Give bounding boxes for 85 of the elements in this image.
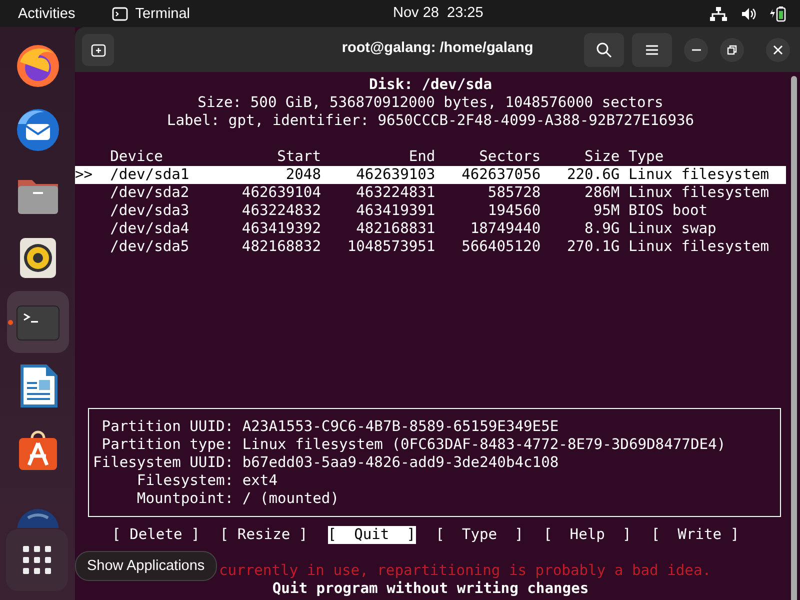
info-value: ext4 bbox=[242, 472, 279, 490]
info-value: A23A1553-C9C6-4B7B-8589-65159E349E5E bbox=[242, 418, 560, 436]
table-cell-text: 463419391 bbox=[355, 202, 436, 220]
table-cell-text: 462639103 bbox=[355, 166, 436, 184]
info-label: Filesystem UUID: bbox=[93, 454, 234, 472]
table-cell-text: 462639104 bbox=[240, 184, 321, 202]
restore-button[interactable] bbox=[720, 38, 744, 62]
info-value: / (mounted) bbox=[242, 490, 340, 508]
info-value: b67edd03-5aa9-4826-add9-3de240b4c108 bbox=[242, 454, 560, 472]
table-cell-text: 482168831 bbox=[355, 220, 436, 238]
table-cell-text: 18749440 bbox=[469, 220, 541, 238]
volume-icon[interactable] bbox=[741, 6, 756, 22]
search-button[interactable] bbox=[584, 32, 624, 66]
table-cell-text: 566405120 bbox=[460, 238, 541, 256]
table-cell: BIOS boot bbox=[628, 202, 708, 220]
table-cell-text: 462637056 bbox=[460, 166, 541, 184]
table-cell-text: 194560 bbox=[486, 202, 541, 220]
column-header: Start bbox=[276, 148, 321, 166]
menu-icon bbox=[645, 42, 659, 56]
plus-tab-icon bbox=[90, 42, 106, 57]
disk-title: Disk: /dev/sda bbox=[368, 76, 492, 94]
table-cell-text: 585728 bbox=[486, 184, 541, 202]
table-cell-text: 482168832 bbox=[240, 238, 321, 256]
hint-text: Quit program without writing changes bbox=[272, 580, 589, 598]
menu-action[interactable]: [ Quit ] bbox=[328, 526, 416, 544]
grid-icon bbox=[23, 546, 51, 574]
row-pointer: >> bbox=[75, 166, 94, 184]
table-cell-text: 286M bbox=[584, 184, 620, 202]
minimize-icon bbox=[692, 48, 700, 50]
table-cell-text: 463224832 bbox=[240, 202, 321, 220]
table-cell-text: 270.1G bbox=[566, 238, 620, 256]
clock[interactable]: Nov 28 23:25 bbox=[393, 5, 484, 21]
table-cell-text: 1048573951 bbox=[346, 238, 436, 256]
tooltip: Show Applications bbox=[75, 551, 217, 581]
column-header: Sectors bbox=[478, 148, 541, 166]
table-cell-text: /dev/sda1 bbox=[110, 166, 190, 184]
network-icon[interactable] bbox=[710, 6, 727, 22]
table-cell-text: 220.6G bbox=[566, 166, 620, 184]
menu-action[interactable]: [ Type ] bbox=[436, 526, 524, 544]
minimize-button[interactable] bbox=[684, 38, 708, 62]
column-header: End bbox=[408, 148, 436, 166]
table-cell: Linux filesystem bbox=[628, 166, 770, 184]
info-label: Filesystem: bbox=[136, 472, 234, 490]
table-cell-text: 463224831 bbox=[355, 184, 436, 202]
table-cell: Linux filesystem bbox=[628, 238, 770, 256]
column-header: Type bbox=[628, 148, 664, 166]
close-button[interactable] bbox=[766, 38, 790, 62]
disk-label: Label: gpt, identifier: 9650CCCB-2F48-4099-A388-92B727E16936 bbox=[166, 112, 694, 130]
close-icon bbox=[773, 44, 783, 54]
table-cell-text: 2048 bbox=[284, 166, 321, 184]
menu-action[interactable]: [ Write ] bbox=[651, 526, 740, 544]
table-cell-text: 8.9G bbox=[584, 220, 620, 238]
menu-button[interactable] bbox=[632, 32, 672, 66]
table-cell-text: /dev/sda3 bbox=[110, 202, 190, 220]
battery-icon[interactable] bbox=[770, 6, 786, 22]
info-label: Partition UUID: bbox=[100, 418, 234, 436]
restore-icon bbox=[727, 44, 737, 54]
window-title: root@galang: /home/galang bbox=[340, 40, 534, 56]
scrollbar[interactable] bbox=[791, 76, 797, 600]
table-cell: Linux swap bbox=[628, 220, 716, 238]
running-indicator bbox=[8, 320, 12, 325]
activities-button[interactable]: Activities bbox=[18, 6, 76, 22]
menu-action[interactable]: [ Resize ] bbox=[220, 526, 308, 544]
terminal-icon bbox=[112, 6, 128, 20]
warning-message: currently in use, repartitioning is probably a bad idea. bbox=[219, 562, 712, 580]
table-cell-text: 95M bbox=[592, 202, 620, 220]
new-tab-button[interactable] bbox=[82, 34, 114, 66]
table-cell-text: /dev/sda2 bbox=[110, 184, 190, 202]
menu-action[interactable]: [ Help ] bbox=[543, 526, 632, 544]
table-cell-text: /dev/sda4 bbox=[110, 220, 190, 238]
info-label: Mountpoint: bbox=[136, 490, 234, 508]
table-cell: Linux filesystem bbox=[628, 184, 770, 202]
info-label: Partition type: bbox=[100, 436, 234, 454]
dock-tile-highlight[interactable] bbox=[6, 291, 68, 353]
table-cell-text: 463419392 bbox=[240, 220, 321, 238]
info-value: Linux filesystem (0FC63DAF-8483-4772-8E79-3D69D8477DE4) bbox=[242, 436, 726, 454]
menu-action[interactable]: [ Delete ] bbox=[112, 526, 200, 544]
search-icon bbox=[596, 42, 612, 58]
table-cell-text: /dev/sda5 bbox=[110, 238, 190, 256]
column-header: Device bbox=[110, 148, 164, 166]
selected-row[interactable]: >> /dev/sda1 2048 462639103 462637056 220.6G Linux filesystem bbox=[75, 166, 786, 184]
disk-size: Size: 500 GiB, 536870912000 bytes, 1048576000 sectors bbox=[198, 94, 664, 112]
column-header: Size bbox=[584, 148, 620, 166]
show-applications-button[interactable] bbox=[6, 529, 68, 591]
app-menu[interactable]: Terminal bbox=[135, 6, 190, 22]
